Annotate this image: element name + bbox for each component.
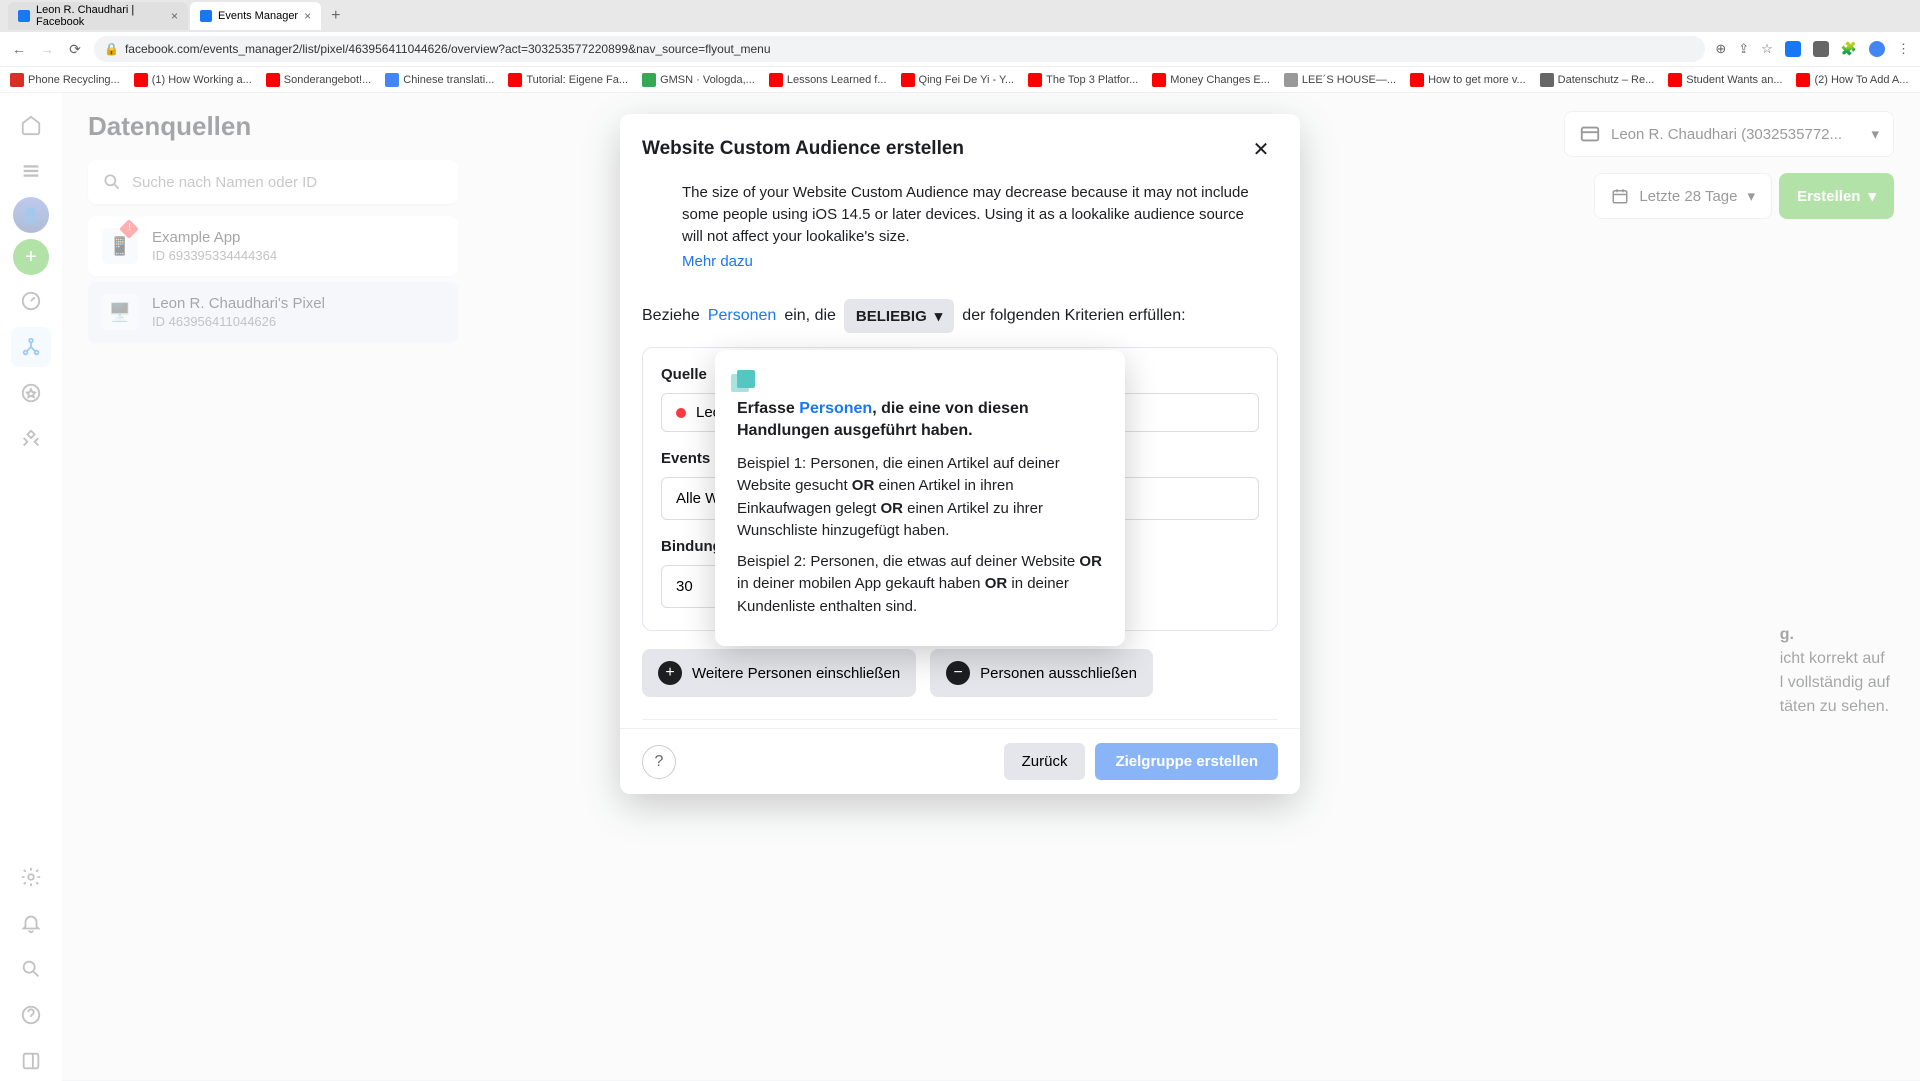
personen-link[interactable]: Personen bbox=[708, 307, 777, 325]
bookmark-item[interactable]: Phone Recycling... bbox=[10, 73, 120, 87]
modal-overlay: Website Custom Audience erstellen ✕ The … bbox=[0, 92, 1920, 1080]
close-icon[interactable]: × bbox=[304, 9, 311, 23]
bookmark-item[interactable]: Qing Fei De Yi - Y... bbox=[901, 73, 1015, 87]
browser-chrome: Leon R. Chaudhari | Facebook × Events Ma… bbox=[0, 0, 1920, 93]
info-text: The size of your Website Custom Audience… bbox=[682, 182, 1266, 247]
status-dot-icon bbox=[676, 408, 686, 418]
bookmark-item[interactable]: GMSN · Vologda,... bbox=[642, 73, 755, 87]
bookmark-item[interactable]: Chinese translati... bbox=[385, 73, 494, 87]
modal-header: Website Custom Audience erstellen ✕ bbox=[620, 114, 1300, 180]
include-more-button[interactable]: + Weitere Personen einschließen bbox=[642, 649, 916, 697]
bookmark-item[interactable]: (1) How Working a... bbox=[134, 73, 252, 87]
url-text: facebook.com/events_manager2/list/pixel/… bbox=[125, 42, 771, 56]
tab-title: Leon R. Chaudhari | Facebook bbox=[36, 4, 165, 28]
browser-tab[interactable]: Events Manager × bbox=[190, 2, 321, 30]
extension-icon[interactable] bbox=[1813, 41, 1829, 57]
exclude-button[interactable]: − Personen ausschließen bbox=[930, 649, 1153, 697]
toolbar-icons: ⊕ ⇪ ☆ 🧩 ⋮ bbox=[1715, 41, 1910, 57]
close-icon[interactable]: ✕ bbox=[1244, 132, 1278, 166]
bookmarks-bar: Phone Recycling... (1) How Working a... So… bbox=[0, 66, 1920, 92]
reload-button[interactable]: ⟳ bbox=[66, 40, 84, 58]
tooltip-card: Erfasse Personen, die eine von diesen Ha… bbox=[715, 350, 1125, 646]
bookmark-item[interactable]: The Top 3 Platfor... bbox=[1028, 73, 1138, 87]
back-button[interactable]: Zurück bbox=[1004, 743, 1086, 780]
bookmark-item[interactable]: Money Changes E... bbox=[1152, 73, 1270, 87]
back-button[interactable]: ← bbox=[10, 40, 28, 58]
bookmark-item[interactable]: LEE´S HOUSE—... bbox=[1284, 73, 1396, 87]
facebook-favicon bbox=[200, 10, 212, 22]
create-audience-button[interactable]: Zielgruppe erstellen bbox=[1095, 743, 1278, 780]
tab-title: Events Manager bbox=[218, 10, 298, 22]
forward-button[interactable]: → bbox=[38, 40, 56, 58]
minus-icon: − bbox=[946, 661, 970, 685]
tooltip-body: Beispiel 1: Personen, die einen Artikel … bbox=[737, 453, 1103, 619]
bookmark-item[interactable]: (2) How To Add A... bbox=[1796, 73, 1908, 87]
tooltip-heading: Erfasse Personen, die eine von diesen Ha… bbox=[737, 398, 1103, 443]
bookmark-item[interactable]: Student Wants an... bbox=[1668, 73, 1782, 87]
criteria-dropdown[interactable]: BELIEBIG ▾ bbox=[844, 299, 954, 333]
url-field[interactable]: 🔒 facebook.com/events_manager2/list/pixe… bbox=[94, 36, 1705, 62]
action-row: + Weitere Personen einschließen − Person… bbox=[642, 649, 1278, 697]
puzzle-icon[interactable]: 🧩 bbox=[1841, 41, 1857, 57]
new-tab-button[interactable]: + bbox=[323, 7, 348, 25]
browser-tab[interactable]: Leon R. Chaudhari | Facebook × bbox=[8, 2, 188, 30]
menu-icon[interactable]: ⋮ bbox=[1897, 41, 1910, 57]
share-icon[interactable]: ⇪ bbox=[1738, 41, 1749, 57]
tab-strip: Leon R. Chaudhari | Facebook × Events Ma… bbox=[0, 0, 1920, 32]
chevron-down-icon: ▾ bbox=[935, 307, 943, 325]
criteria-line: Beziehe Personen ein, die BELIEBIG ▾ der… bbox=[642, 299, 1278, 333]
star-icon[interactable]: ☆ bbox=[1761, 41, 1773, 57]
close-icon[interactable]: × bbox=[171, 9, 178, 23]
facebook-favicon bbox=[18, 10, 30, 22]
address-bar: ← → ⟳ 🔒 facebook.com/events_manager2/lis… bbox=[0, 32, 1920, 66]
zoom-icon[interactable]: ⊕ bbox=[1715, 41, 1726, 57]
plus-icon: + bbox=[658, 661, 682, 685]
extension-icon[interactable] bbox=[1785, 41, 1801, 57]
help-icon[interactable]: ? bbox=[642, 745, 676, 779]
info-banner: The size of your Website Custom Audience… bbox=[642, 180, 1278, 283]
bookmark-item[interactable]: Sonderangebot!... bbox=[266, 73, 371, 87]
profile-icon[interactable] bbox=[1869, 41, 1885, 57]
modal-footer: ? Zurück Zielgruppe erstellen bbox=[620, 728, 1300, 794]
bookmark-item[interactable]: Lessons Learned f... bbox=[769, 73, 887, 87]
bookmark-item[interactable]: How to get more v... bbox=[1410, 73, 1526, 87]
modal-title: Website Custom Audience erstellen bbox=[642, 138, 964, 160]
info-link[interactable]: Mehr dazu bbox=[682, 253, 753, 270]
tooltip-illustration-icon bbox=[737, 370, 755, 388]
bookmark-item[interactable]: Tutorial: Eigene Fa... bbox=[508, 73, 628, 87]
bookmark-item[interactable]: Datenschutz – Re... bbox=[1540, 73, 1655, 87]
